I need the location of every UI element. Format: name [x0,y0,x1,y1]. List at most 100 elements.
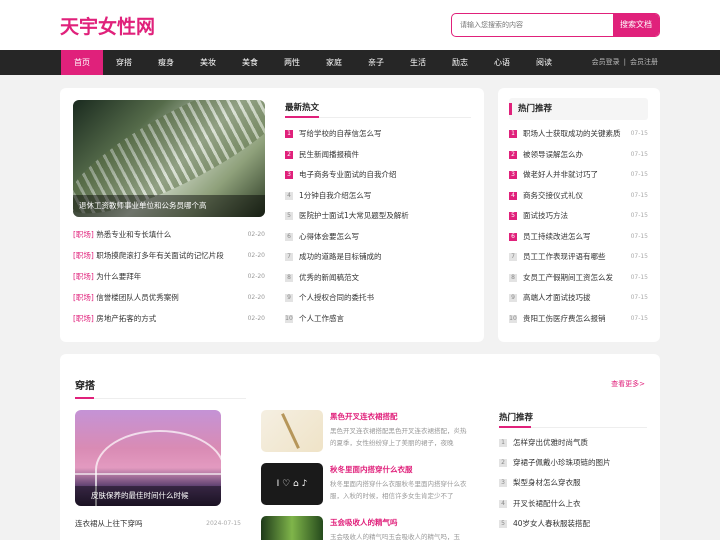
nav-item-slimming[interactable]: 瘦身 [145,50,187,75]
list-item[interactable]: 1 写给学校的自荐信怎么写 [285,128,471,140]
list-item-title[interactable]: 职场摸爬滚打多年有关面试的记忆片段 [96,251,224,260]
list-item-title[interactable]: 被领导误解怎么办 [523,150,583,159]
list-item-date: 07-15 [630,212,648,219]
list-item-title[interactable]: 高端人才面试技巧拔 [523,293,591,302]
list-item[interactable]: 4 开叉长裙配什么上衣 [499,498,647,510]
list-item-title[interactable]: 房地产拓客的方式 [96,314,156,323]
list-item-title[interactable]: 女员工产假期间工资怎么发 [523,273,613,282]
list-item-title[interactable]: 电子商务专业面试的自我介绍 [299,170,397,179]
article-thumbnail[interactable] [261,410,323,452]
list-item-title[interactable]: 梨型身材怎么穿衣服 [513,478,581,487]
bridge-deck-graphic [75,473,221,475]
category-tag: [职场] [73,314,94,323]
list-item-title[interactable]: 个人工作感言 [299,314,344,323]
list-item[interactable]: 10 贵阳工伤医疗费怎么报销 07-15 [509,313,648,325]
nav-item-inspiration[interactable]: 励志 [439,50,481,75]
separator: | [623,58,626,66]
list-item-title[interactable]: 商务交接仪式礼仪 [523,191,583,200]
list-item-title[interactable]: 民生新闻播报稿件 [299,150,359,159]
list-item[interactable]: [职场] 信誉楼团队人员优秀案例 02-20 [73,292,265,304]
list-item[interactable]: 7 员工工作表现评语有哪些 07-15 [509,251,648,263]
rank-badge: 9 [285,294,293,302]
feature-image[interactable]: 退休工资教师事业单位和公务员哪个高 [73,100,265,217]
list-item[interactable]: 1 怎样穿出优雅时尚气质 [499,437,647,449]
article-thumbnail[interactable]: I ♡ ⌂ ♪ [261,463,323,505]
register-link[interactable]: 会员注册 [630,58,658,66]
list-item[interactable]: 2 穿裙子佩戴小珍珠项链的图片 [499,457,647,469]
login-link[interactable]: 会员登录 [592,58,620,66]
nav-item-parenting[interactable]: 亲子 [355,50,397,75]
list-item[interactable]: [职场] 房地产拓客的方式 02-20 [73,313,265,325]
hot-heading: 热门推荐 [518,104,553,114]
nav-item-outfit[interactable]: 穿搭 [103,50,145,75]
list-item[interactable]: 4 商务交接仪式礼仪 07-15 [509,190,648,202]
list-item[interactable]: 8 女员工产假期间工资怎么发 07-15 [509,272,648,284]
bridge-caption[interactable]: 皮肤保养的最佳时间什么时候 [75,486,221,506]
nav-item-family[interactable]: 家庭 [313,50,355,75]
list-item[interactable]: 3 做老好人并非就讨巧了 07-15 [509,169,648,181]
list-item-title[interactable]: 为什么要拜年 [96,272,141,281]
nav-item-reading[interactable]: 阅读 [523,50,565,75]
nav-item-home[interactable]: 首页 [61,50,103,75]
list-item[interactable]: 1 职场人士获取成功的关键素质 07-15 [509,128,648,140]
search-input[interactable] [452,14,613,36]
article-title[interactable]: 秋冬里面内搭穿什么衣服 [330,464,413,475]
article-thumbnail[interactable] [261,516,323,540]
list-item-title[interactable]: 医院护士面试1大常见题型及解析 [299,211,409,220]
list-item[interactable]: 连衣裙从上往下穿吗 2024-07-15 [75,518,241,530]
nav-item-life[interactable]: 生活 [397,50,439,75]
list-item-title[interactable]: 熟悉专业和专长填什么 [96,230,171,239]
list-item[interactable]: 8 优秀的新闻稿范文 [285,272,471,284]
list-item-title[interactable]: 贵阳工伤医疗费怎么报销 [523,314,606,323]
list-item-title[interactable]: 连衣裙从上往下穿吗 [75,519,143,528]
bridge-image[interactable]: 皮肤保养的最佳时间什么时候 [75,410,221,506]
nav-item-mood[interactable]: 心语 [481,50,523,75]
list-item-title[interactable]: 开叉长裙配什么上衣 [513,499,581,508]
list-item[interactable]: [职场] 职场摸爬滚打多年有关面试的记忆片段 02-20 [73,250,265,262]
site-logo[interactable]: 天宇女性网 [60,12,155,39]
list-item-title[interactable]: 40岁女人春秋服装搭配 [513,519,590,528]
list-item[interactable]: 6 员工持续改进怎么写 07-15 [509,231,648,243]
nav-item-relationship[interactable]: 两性 [271,50,313,75]
list-item[interactable]: 3 电子商务专业面试的自我介绍 [285,169,471,181]
list-item-date: 02-20 [247,294,265,301]
list-item[interactable]: 3 梨型身材怎么穿衣服 [499,477,647,489]
list-item[interactable]: 7 成功的道路是目标铺成的 [285,251,471,263]
list-item-title[interactable]: 成功的道路是目标铺成的 [299,252,382,261]
nav-item-beauty[interactable]: 美妆 [187,50,229,75]
nav-item-food[interactable]: 美食 [229,50,271,75]
article-title[interactable]: 黑色开叉连衣裙搭配 [330,411,398,422]
list-item[interactable]: 5 40岁女人春秋服装搭配 [499,518,647,530]
list-item[interactable]: 2 民生新闻播报稿件 [285,149,471,161]
article-title[interactable]: 玉会吸收人的精气吗 [330,517,398,528]
list-item-date: 07-15 [630,274,648,281]
list-item[interactable]: [职场] 为什么要拜年 02-20 [73,271,265,283]
list-item-title[interactable]: 职场人士获取成功的关键素质 [523,129,621,138]
list-item[interactable]: 5 面试技巧方法 07-15 [509,210,648,222]
list-item[interactable]: 4 1分钟自我介绍怎么写 [285,190,471,202]
list-item-title[interactable]: 面试技巧方法 [523,211,568,220]
list-item[interactable]: 9 个人授权合同的委托书 [285,292,471,304]
list-item-title[interactable]: 做老好人并非就讨巧了 [523,170,598,179]
list-item-title[interactable]: 优秀的新闻稿范文 [299,273,359,282]
rank-badge: 5 [509,212,517,220]
list-item-title[interactable]: 信誉楼团队人员优秀案例 [96,293,179,302]
list-item-date: 02-20 [247,231,265,238]
list-item-title[interactable]: 写给学校的自荐信怎么写 [299,129,382,138]
list-item-title[interactable]: 穿裙子佩戴小珍珠项链的图片 [513,458,611,467]
view-more-link[interactable]: 查看更多> [611,379,645,389]
list-item-title[interactable]: 怎样穿出优雅时尚气质 [513,438,588,447]
list-item-title[interactable]: 1分钟自我介绍怎么写 [299,191,371,200]
list-item[interactable]: 9 高端人才面试技巧拔 07-15 [509,292,648,304]
search-button[interactable]: 搜索文档 [613,14,659,36]
list-item[interactable]: [职场] 熟悉专业和专长填什么 02-20 [73,229,265,241]
list-item[interactable]: 5 医院护士面试1大常见题型及解析 [285,210,471,222]
list-item[interactable]: 10 个人工作感言 [285,313,471,325]
list-item[interactable]: 2 被领导误解怎么办 07-15 [509,149,648,161]
list-item-title[interactable]: 心得体会要怎么写 [299,232,359,241]
list-item-title[interactable]: 员工持续改进怎么写 [523,232,591,241]
feature-caption[interactable]: 退休工资教师事业单位和公务员哪个高 [73,195,265,217]
list-item-title[interactable]: 个人授权合同的委托书 [299,293,374,302]
list-item[interactable]: 6 心得体会要怎么写 [285,231,471,243]
list-item-title[interactable]: 员工工作表现评语有哪些 [523,252,606,261]
